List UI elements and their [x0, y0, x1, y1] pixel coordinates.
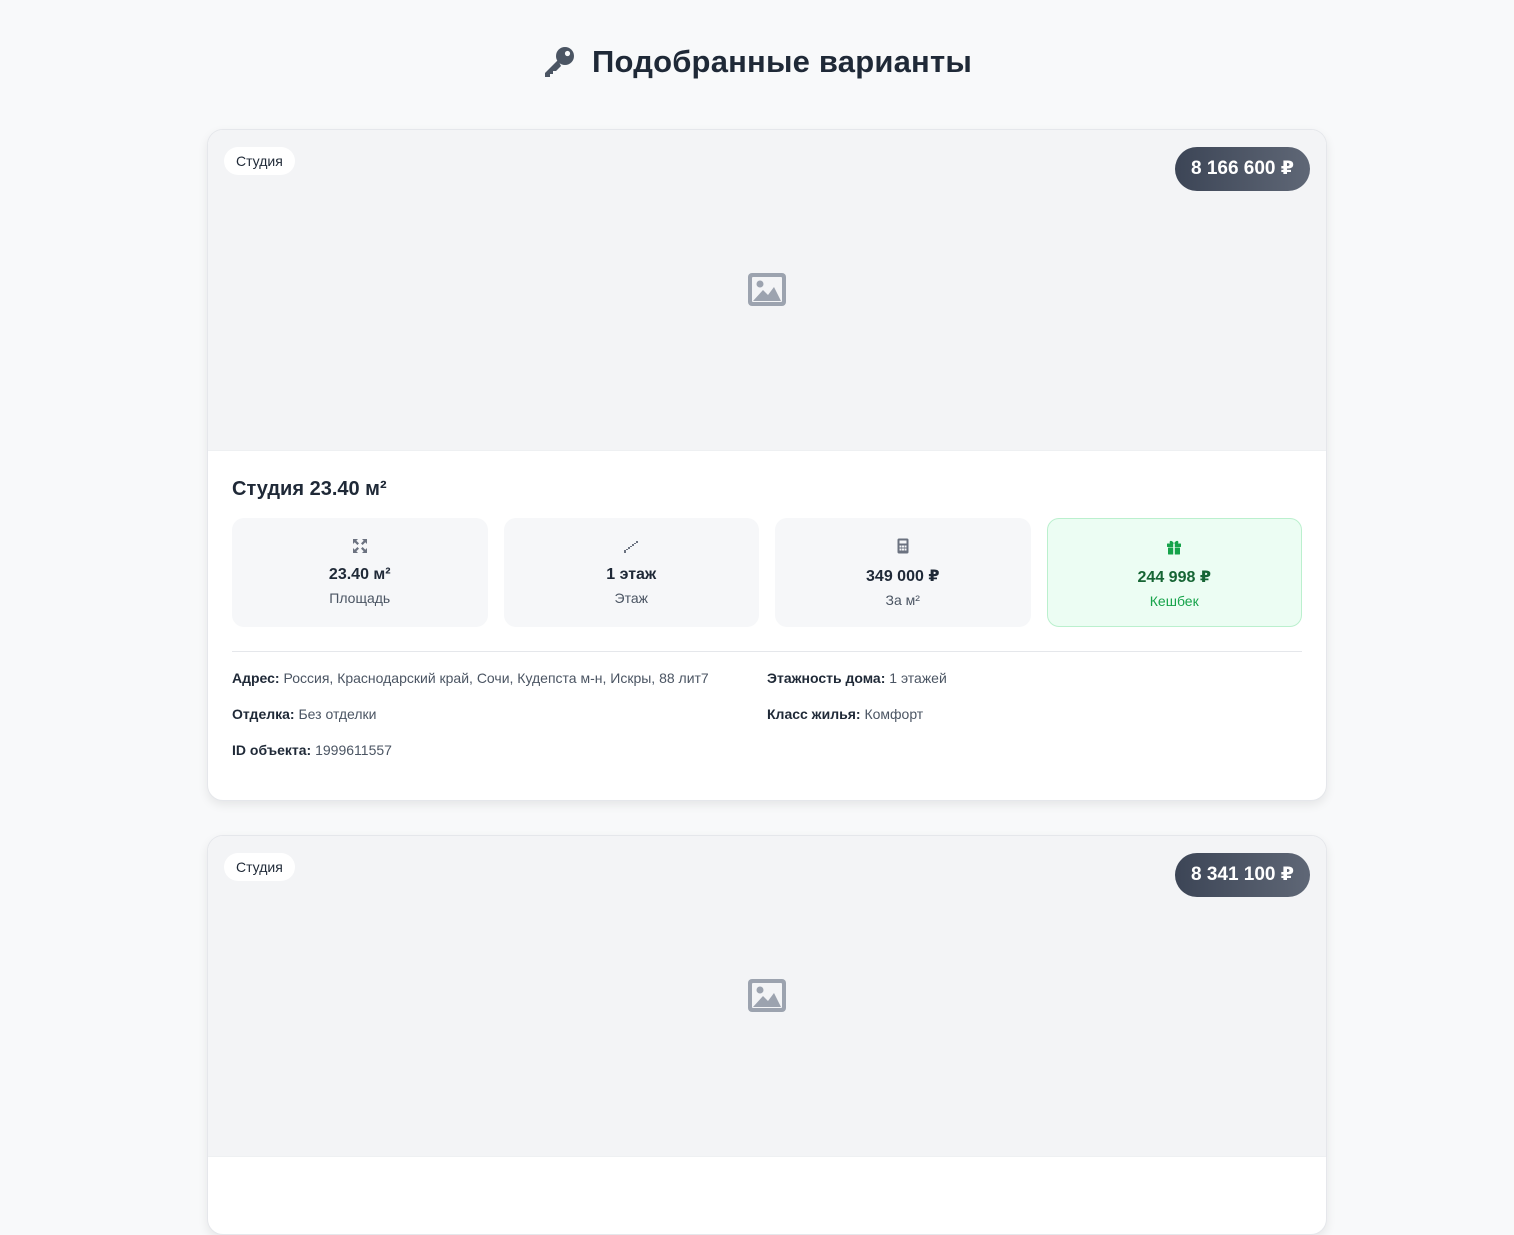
detail-id: ID объекта: 1999611557	[232, 741, 767, 777]
detail-address: Адрес: Россия, Краснодарский край, Сочи,…	[232, 669, 767, 705]
detail-finish: Отделка: Без отделки	[232, 705, 767, 741]
stat-value: 244 998 ₽	[1137, 569, 1211, 586]
image-placeholder-icon	[748, 979, 786, 1012]
detail-key: Этажность дома:	[767, 670, 886, 686]
detail-class: Класс жилья: Комфорт	[767, 705, 1302, 741]
listing-card[interactable]: Студия 8 341 100 ₽	[207, 835, 1327, 1235]
page-title: Подобранные варианты	[591, 44, 973, 79]
type-badge: Студия	[224, 147, 295, 175]
stat-value: 349 000 ₽	[866, 568, 940, 585]
detail-value: Россия, Краснодарский край, Сочи, Кудепс…	[283, 670, 709, 686]
price-badge: 8 166 600 ₽	[1174, 147, 1310, 191]
stat-label: Этаж	[614, 590, 648, 606]
detail-key: ID объекта:	[232, 742, 312, 758]
key-icon	[544, 47, 574, 77]
divider	[232, 651, 1302, 652]
listing-card[interactable]: Студия 8 166 600 ₽ Студия 23.40 м² 23.40…	[207, 129, 1327, 801]
details-right: Этажность дома: 1 этажей Класс жилья: Ко…	[767, 669, 1302, 777]
detail-value: Без отделки	[298, 706, 377, 722]
stat-floor: 1 этаж Этаж	[503, 518, 759, 627]
stat-label: Площадь	[329, 590, 391, 606]
details: Адрес: Россия, Краснодарский край, Сочи,…	[232, 669, 1302, 777]
detail-floors: Этажность дома: 1 этажей	[767, 669, 1302, 705]
image-placeholder-icon	[748, 273, 786, 306]
calculator-icon	[897, 538, 909, 554]
stat-cashback: 244 998 ₽ Кешбек	[1046, 518, 1302, 627]
stat-label: За м²	[885, 592, 920, 608]
detail-key: Адрес:	[232, 670, 280, 686]
detail-key: Отделка:	[232, 706, 295, 722]
expand-icon	[352, 539, 367, 553]
detail-value: 1999611557	[315, 742, 392, 758]
stats-row: 23.40 м² Площадь 1 этаж Этаж 349 000 ₽ З…	[232, 518, 1302, 627]
detail-key: Класс жилья:	[767, 706, 861, 722]
stat-area: 23.40 м² Площадь	[232, 518, 488, 627]
stat-price-per-m2: 349 000 ₽ За м²	[775, 518, 1031, 627]
stat-label: Кешбек	[1149, 593, 1199, 609]
detail-value: Комфорт	[864, 706, 924, 722]
type-badge: Студия	[224, 853, 295, 881]
listing-image[interactable]: Студия 8 341 100 ₽	[208, 836, 1326, 1157]
stat-value: 23.40 м²	[328, 566, 391, 583]
price-badge: 8 341 100 ₽	[1174, 853, 1310, 897]
page-header: Подобранные варианты	[0, 44, 1514, 80]
details-left: Адрес: Россия, Краснодарский край, Сочи,…	[232, 669, 767, 777]
stairs-icon	[624, 541, 639, 553]
stat-value: 1 этаж	[606, 566, 657, 583]
gift-icon	[1167, 540, 1182, 555]
listing-title: Студия 23.40 м²	[232, 478, 387, 500]
listing-image[interactable]: Студия 8 166 600 ₽	[208, 130, 1326, 451]
detail-value: 1 этажей	[889, 670, 947, 686]
